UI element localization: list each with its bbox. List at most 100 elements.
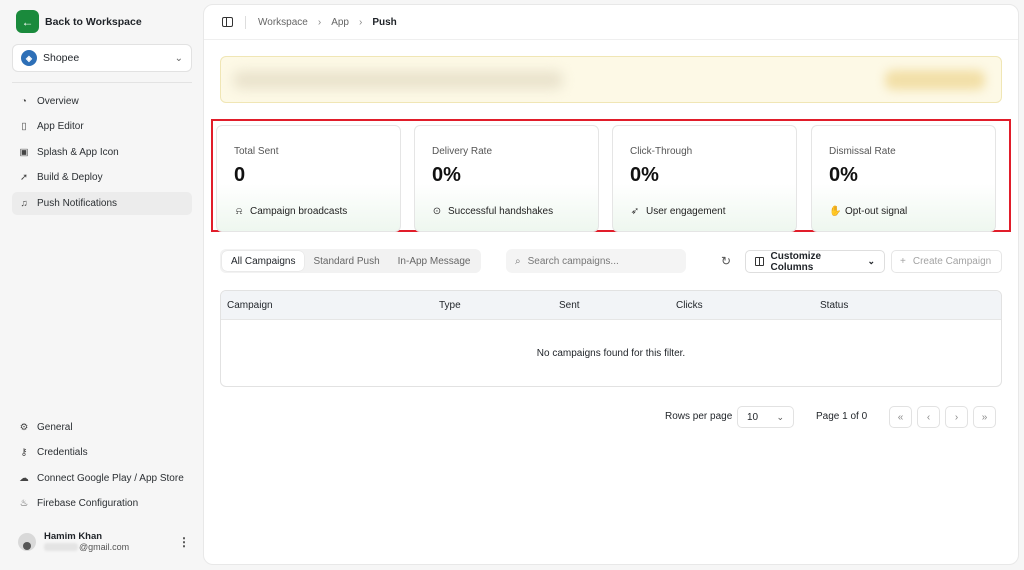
sidebar-item-app-editor[interactable]: ▯ App Editor [12, 115, 192, 138]
tab-in-app-message[interactable]: In-App Message [389, 251, 480, 271]
chevrons-left-icon: « [897, 411, 904, 423]
sidebar-item-credentials[interactable]: ⚷ Credentials [12, 441, 192, 464]
campaigns-table: Campaign Type Sent Clicks Status No camp… [220, 290, 1002, 387]
column-header-sent[interactable]: Sent [559, 300, 580, 311]
stat-value: 0% [432, 164, 461, 186]
back-to-workspace-button[interactable]: ← Back to Workspace [16, 10, 142, 33]
stat-footer: Successful handshakes [448, 206, 554, 217]
rows-per-page-label: Rows per page [665, 411, 733, 422]
pagination: Rows per page 10 ⌄ Page 1 of 0 « ‹ › » [204, 406, 1018, 428]
create-campaign-label: Create Campaign [912, 256, 992, 267]
stat-footer: User engagement [646, 206, 726, 217]
stat-card-click-through: Click-Through 0% ➶ User engagement [612, 125, 797, 232]
redacted-email [44, 543, 78, 551]
table-header: Campaign Type Sent Clicks Status [221, 291, 1001, 320]
stat-footer: Opt-out signal [845, 206, 908, 217]
campaign-tabs: All Campaigns Standard Push In-App Messa… [220, 249, 482, 273]
chevron-down-icon: ⌄ [174, 52, 183, 64]
sidebar: ← Back to Workspace ◈ Shopee ⌄ ◔ Overvie… [0, 0, 202, 570]
more-vertical-icon[interactable]: ⋮ [178, 535, 190, 549]
rows-per-page-value: 10 [747, 411, 759, 423]
rows-per-page-select[interactable]: 10 ⌄ [737, 406, 794, 428]
search-icon: ⌕ [515, 255, 521, 267]
chevron-right-icon: › [358, 16, 363, 28]
breadcrumb-app[interactable]: App [331, 17, 349, 28]
first-page-button[interactable]: « [889, 406, 912, 428]
next-page-button[interactable]: › [945, 406, 968, 428]
avatar [18, 532, 36, 551]
sidebar-item-label: Build & Deploy [37, 172, 103, 184]
search-box: ⌕ [506, 249, 686, 273]
stat-value: 0% [630, 164, 659, 186]
sidebar-item-label: Push Notifications [37, 197, 118, 209]
stat-title: Dismissal Rate [829, 146, 896, 157]
pointer-icon: ➶ [630, 206, 640, 217]
chevron-right-icon: › [317, 16, 322, 28]
sidebar-item-label: Splash & App Icon [37, 146, 119, 158]
phone-icon: ▯ [21, 121, 27, 133]
chevron-down-icon: ⌄ [776, 411, 784, 422]
stats-highlight: Total Sent 0 ⍾ Campaign broadcasts Delive… [211, 119, 1011, 232]
page-info: Page 1 of 0 [816, 411, 868, 422]
image-icon: ▣ [19, 146, 29, 158]
gear-icon: ⚙ [19, 422, 29, 433]
redacted-banner [220, 56, 1002, 103]
bell-icon: ♫ [20, 197, 28, 209]
customize-columns-button[interactable]: Customize Columns ⌄ [745, 250, 885, 273]
sidebar-item-overview[interactable]: ◔ Overview [12, 90, 192, 113]
sidebar-item-push-notifications[interactable]: ♫ Push Notifications [12, 191, 192, 215]
stat-value: 0 [234, 164, 246, 186]
sidebar-item-firebase-configuration[interactable]: ♨ Firebase Configuration [12, 492, 192, 515]
last-page-button[interactable]: » [973, 406, 996, 428]
divider [245, 15, 246, 29]
sidebar-item-label: App Editor [37, 121, 84, 133]
main-nav: ◔ Overview ▯ App Editor ▣ Splash & App I… [12, 90, 192, 217]
gauge-icon: ◔ [21, 96, 27, 107]
refresh-icon[interactable]: ↻ [721, 254, 731, 268]
key-icon: ⚷ [20, 447, 28, 459]
sidebar-toggle-icon[interactable] [222, 17, 233, 27]
stat-title: Total Sent [234, 146, 279, 157]
top-bar: Workspace › App › Push [204, 5, 1018, 40]
create-campaign-button[interactable]: + Create Campaign [891, 250, 1002, 273]
tab-all-campaigns[interactable]: All Campaigns [222, 251, 305, 271]
user-name: Hamim Khan [44, 531, 103, 542]
sidebar-item-splash-app-icon[interactable]: ▣ Splash & App Icon [12, 141, 192, 164]
org-name: Shopee [43, 52, 80, 64]
flame-icon: ♨ [19, 498, 29, 510]
user-email: @gmail.com [79, 542, 130, 552]
sidebar-item-label: Firebase Configuration [37, 498, 139, 510]
stat-card-delivery-rate: Delivery Rate 0% ⊙ Successful handshakes [414, 125, 599, 232]
chevrons-right-icon: » [981, 411, 988, 423]
plus-icon: + [900, 256, 906, 267]
user-menu[interactable]: Hamim Khan @gmail.com ⋮ [18, 531, 190, 552]
column-header-clicks[interactable]: Clicks [676, 300, 703, 311]
search-input[interactable] [527, 255, 668, 267]
sidebar-item-general[interactable]: ⚙ General [12, 416, 192, 439]
sidebar-item-label: General [37, 422, 73, 433]
sidebar-item-build-deploy[interactable]: ➚ Build & Deploy [12, 166, 192, 189]
sidebar-item-connect-stores[interactable]: ☁ Connect Google Play / App Store [12, 467, 192, 490]
sidebar-item-label: Credentials [37, 447, 88, 459]
stat-footer: Campaign broadcasts [250, 206, 348, 217]
hand-icon: ✋ [829, 206, 842, 217]
arrow-left-icon: ← [16, 10, 39, 33]
stat-card-dismissal-rate: Dismissal Rate 0% ✋ Opt-out signal [811, 125, 996, 232]
columns-icon [755, 257, 764, 266]
empty-state-text: No campaigns found for this filter. [536, 348, 686, 359]
column-header-status[interactable]: Status [820, 300, 848, 311]
column-header-type[interactable]: Type [439, 300, 461, 311]
breadcrumb-workspace[interactable]: Workspace [258, 17, 308, 28]
main-panel: Workspace › App › Push Total Sent 0 ⍾ Cam… [203, 4, 1019, 565]
org-selector[interactable]: ◈ Shopee ⌄ [12, 44, 192, 72]
tab-standard-push[interactable]: Standard Push [304, 251, 388, 271]
customize-columns-label: Customize Columns [770, 250, 822, 273]
chevron-down-icon: ⌄ [867, 256, 875, 266]
back-label: Back to Workspace [45, 15, 142, 28]
org-logo-icon: ◈ [21, 50, 37, 66]
rocket-icon: ➚ [20, 172, 28, 184]
column-header-campaign[interactable]: Campaign [227, 300, 273, 311]
stat-card-total-sent: Total Sent 0 ⍾ Campaign broadcasts [216, 125, 401, 232]
sidebar-item-label: Connect Google Play / App Store [37, 472, 184, 484]
previous-page-button[interactable]: ‹ [917, 406, 940, 428]
